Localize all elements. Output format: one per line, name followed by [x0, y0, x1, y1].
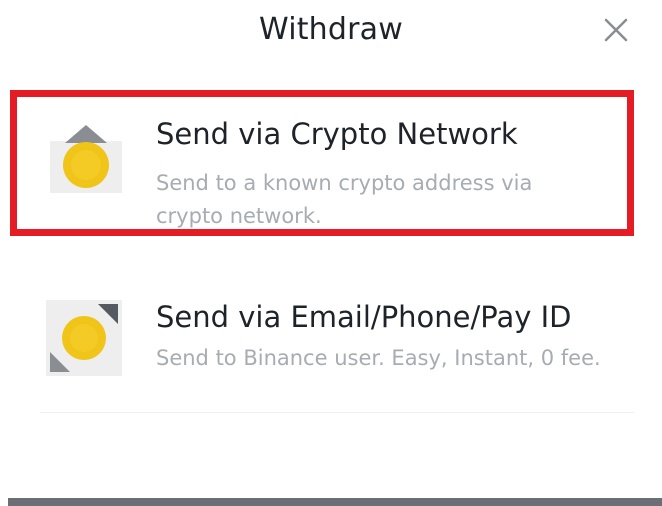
option-send-via-crypto-network[interactable]: Send via Crypto Network Send to a known … [10, 90, 634, 236]
option-description: Send to a known crypto address via crypt… [156, 171, 533, 228]
crypto-network-icon [50, 125, 122, 193]
close-button[interactable] [598, 12, 634, 48]
divider [40, 412, 634, 413]
withdraw-sheet: Withdraw Send via Crypto Network Send to… [0, 0, 662, 506]
close-icon [604, 18, 628, 42]
option-send-via-email-phone-pay-id[interactable]: Send via Email/Phone/Pay ID Send to Bina… [10, 278, 634, 410]
page-title: Withdraw [258, 12, 403, 47]
email-phone-pay-id-icon [46, 300, 122, 376]
bottom-bar [8, 498, 662, 506]
option-description: Send to Binance user. Easy, Instant, 0 f… [156, 346, 601, 370]
option-label: Send via Email/Phone/Pay ID [156, 300, 572, 334]
option-label: Send via Crypto Network [156, 117, 518, 151]
